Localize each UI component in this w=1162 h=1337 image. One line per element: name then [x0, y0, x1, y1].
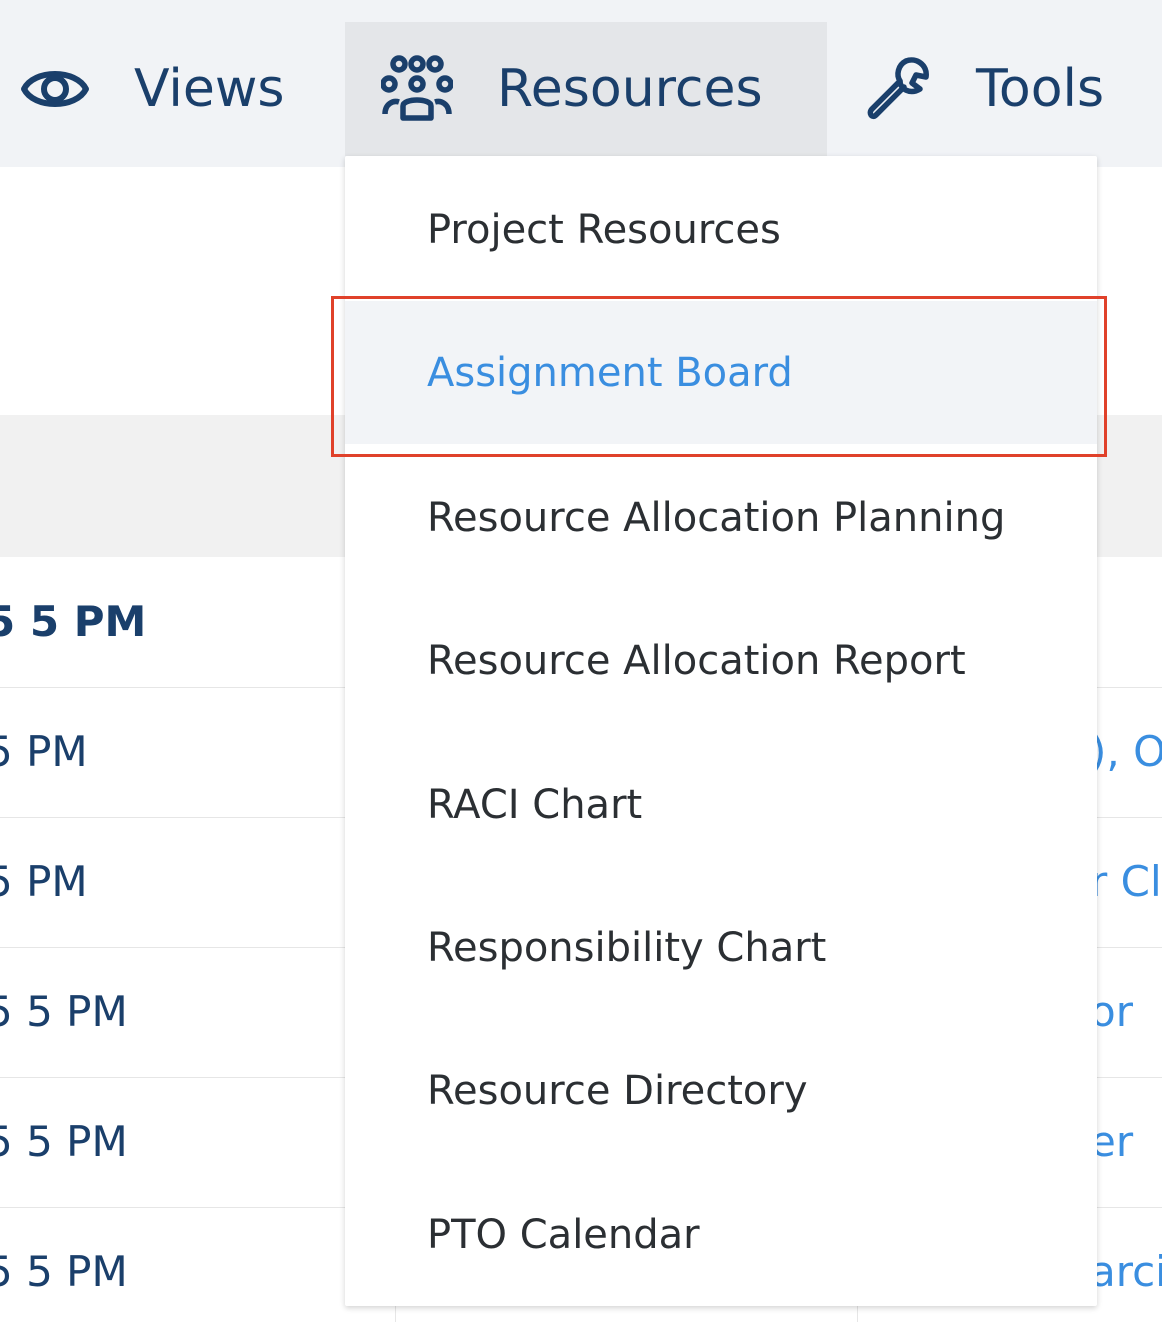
- top-nav-bar: Views Resources Tools: [0, 0, 1162, 167]
- nav-resources[interactable]: Resources: [345, 22, 827, 156]
- row-time: 5 5 PM: [0, 597, 147, 646]
- menu-item-raci-chart[interactable]: RACI Chart: [345, 733, 1097, 876]
- menu-item-responsibility-chart[interactable]: Responsibility Chart: [345, 876, 1097, 1019]
- nav-tools-label: Tools: [976, 59, 1105, 119]
- row-time: 5 PM: [0, 727, 88, 776]
- nav-resources-label: Resources: [497, 59, 763, 119]
- nav-tools[interactable]: Tools: [862, 22, 1104, 156]
- people-group-icon: [381, 54, 453, 124]
- menu-item-project-resources[interactable]: Project Resources: [345, 158, 1097, 301]
- resources-dropdown-menu: Project Resources Assignment Board Resou…: [345, 156, 1097, 1306]
- menu-item-assignment-board[interactable]: Assignment Board: [345, 301, 1097, 444]
- row-link[interactable]: ), Ol: [1090, 687, 1162, 817]
- row-time: 5 PM: [0, 857, 88, 906]
- eye-icon: [20, 59, 90, 119]
- row-link[interactable]: r Cl: [1090, 817, 1162, 947]
- menu-item-label: Project Resources: [427, 206, 781, 253]
- nav-views[interactable]: Views: [20, 22, 285, 156]
- row-time: 5 5 PM: [0, 1247, 128, 1296]
- menu-item-resource-directory[interactable]: Resource Directory: [345, 1019, 1097, 1162]
- row-time: 5 5 PM: [0, 987, 128, 1036]
- row-time: 5 5 PM: [0, 1117, 128, 1166]
- menu-item-pto-calendar[interactable]: PTO Calendar: [345, 1163, 1097, 1306]
- menu-item-label: RACI Chart: [427, 781, 643, 828]
- menu-item-label: Resource Allocation Planning: [427, 494, 1006, 541]
- menu-item-label: Resource Allocation Report: [427, 637, 966, 684]
- menu-item-label: PTO Calendar: [427, 1211, 700, 1258]
- menu-item-label: Resource Directory: [427, 1067, 808, 1114]
- menu-item-resource-allocation-planning[interactable]: Resource Allocation Planning: [345, 446, 1097, 589]
- nav-views-label: Views: [134, 59, 285, 119]
- menu-item-label: Responsibility Chart: [427, 924, 827, 971]
- menu-item-resource-allocation-report[interactable]: Resource Allocation Report: [345, 589, 1097, 732]
- wrench-icon: [862, 53, 934, 125]
- menu-item-label: Assignment Board: [427, 349, 793, 396]
- row-link[interactable]: arci: [1090, 1207, 1162, 1337]
